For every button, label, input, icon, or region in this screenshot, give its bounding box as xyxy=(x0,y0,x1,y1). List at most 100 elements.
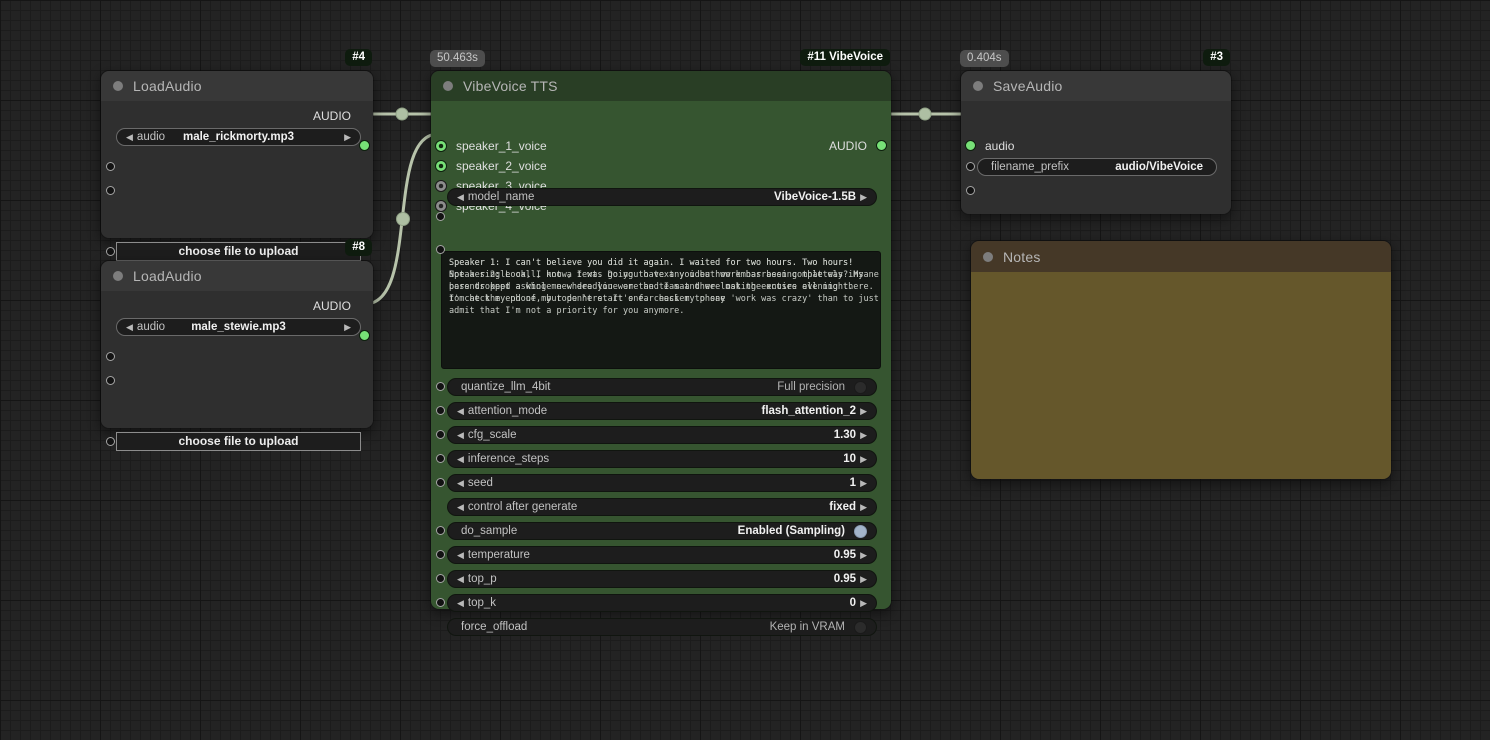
script-text-front-layer: Speaker 1: I can't believe you did it ag… xyxy=(449,258,879,316)
increment-arrow-icon[interactable]: ▶ xyxy=(860,570,867,588)
audio-file-combo[interactable]: ◀ audio male_rickmorty.mp3 ▶ xyxy=(116,128,361,146)
wire-midpoint-dot[interactable] xyxy=(396,212,410,226)
widget-label: filename_prefix xyxy=(991,161,1069,173)
increment-arrow-icon[interactable]: ▶ xyxy=(860,594,867,612)
widget-value: male_stewie.mp3 xyxy=(191,321,286,333)
widget-top-p[interactable]: ◀ top_p 0.95 ▶ xyxy=(447,570,877,588)
node-titlebar[interactable]: Notes xyxy=(971,241,1391,272)
choose-file-button[interactable]: choose file to upload xyxy=(116,432,361,451)
widget-attention-mode[interactable]: ◀ attention_mode flash_attention_2 ▶ xyxy=(447,402,877,420)
node-graph-canvas[interactable]: #4 #8 50.463s #11 VibeVoice 0.404s #3 Lo… xyxy=(0,0,1490,740)
decrement-arrow-icon[interactable]: ◀ xyxy=(457,188,464,206)
widget-socket[interactable] xyxy=(106,162,115,171)
increment-arrow-icon[interactable]: ▶ xyxy=(860,402,867,420)
decrement-arrow-icon[interactable]: ◀ xyxy=(457,570,464,588)
increment-arrow-icon[interactable]: ▶ xyxy=(860,426,867,444)
widget-socket[interactable] xyxy=(106,437,115,446)
node-dot-icon xyxy=(443,81,453,91)
node-titlebar[interactable]: VibeVoice TTS xyxy=(431,71,891,101)
widget-socket[interactable] xyxy=(436,430,445,439)
widget-value: Keep in VRAM xyxy=(769,621,845,633)
increment-arrow-icon[interactable]: ▶ xyxy=(860,498,867,516)
widget-do-sample[interactable]: do_sample Enabled (Sampling) xyxy=(447,522,877,540)
execution-time-badge: 0.404s xyxy=(960,50,1009,67)
increment-arrow-icon[interactable]: ▶ xyxy=(860,188,867,206)
widget-value: 10 xyxy=(843,453,857,465)
choose-file-button[interactable]: choose file to upload xyxy=(116,242,361,261)
widget-label: inference_steps xyxy=(467,453,550,465)
widget-socket[interactable] xyxy=(436,526,445,535)
widget-control-after-generate[interactable]: ◀ control after generate fixed ▶ xyxy=(447,498,877,516)
widget-label: control after generate xyxy=(467,501,578,513)
widget-socket-text[interactable] xyxy=(436,245,445,254)
node-loadaudio-2[interactable]: LoadAudio AUDIO ◀ audio male_stewie.mp3 … xyxy=(100,260,374,451)
input-port-speaker-3[interactable] xyxy=(435,180,447,192)
input-port-speaker-4[interactable] xyxy=(435,200,447,212)
node-id-badge: #4 xyxy=(345,49,372,66)
widget-value: male_rickmorty.mp3 xyxy=(182,131,294,143)
input-port-speaker-1[interactable] xyxy=(435,140,447,152)
widget-socket[interactable] xyxy=(106,186,115,195)
node-titlebar[interactable]: LoadAudio xyxy=(101,71,373,101)
widget-socket[interactable] xyxy=(436,478,445,487)
widget-temperature[interactable]: ◀ temperature 0.95 ▶ xyxy=(447,546,877,564)
input-port-audio[interactable] xyxy=(965,140,976,151)
output-port-audio[interactable] xyxy=(876,140,887,151)
widget-socket[interactable] xyxy=(966,162,975,171)
toggle-knob-on[interactable] xyxy=(854,524,867,538)
node-title: VibeVoice TTS xyxy=(463,78,558,94)
widget-socket[interactable] xyxy=(436,454,445,463)
output-port-audio[interactable] xyxy=(359,330,370,341)
widget-socket[interactable] xyxy=(436,574,445,583)
decrement-arrow-icon[interactable]: ◀ xyxy=(457,498,464,516)
widget-cfg-scale[interactable]: ◀ cfg_scale 1.30 ▶ xyxy=(447,426,877,444)
wire-midpoint-dot[interactable] xyxy=(918,107,932,121)
decrement-arrow-icon[interactable]: ◀ xyxy=(457,450,464,468)
toggle-knob-off[interactable] xyxy=(854,380,867,394)
decrement-arrow-icon[interactable]: ◀ xyxy=(457,474,464,492)
node-titlebar[interactable]: LoadAudio xyxy=(101,261,373,291)
widget-top-k[interactable]: ◀ top_k 0 ▶ xyxy=(447,594,877,612)
node-titlebar[interactable]: SaveAudio xyxy=(961,71,1231,101)
widget-socket[interactable] xyxy=(436,382,445,391)
widget-socket[interactable] xyxy=(106,376,115,385)
toggle-knob-off[interactable] xyxy=(854,620,867,634)
widget-value: 0 xyxy=(849,597,857,609)
notes-body[interactable] xyxy=(971,272,1391,479)
output-port-audio[interactable] xyxy=(359,140,370,151)
node-loadaudio-1[interactable]: LoadAudio AUDIO ◀ audio male_rickmorty.m… xyxy=(100,70,374,261)
widget-socket[interactable] xyxy=(966,186,975,195)
node-title: SaveAudio xyxy=(993,78,1063,94)
widget-socket-model-name[interactable] xyxy=(436,212,445,221)
script-textarea[interactable]: Speaker 1: I can't believe you did it ag… xyxy=(441,251,881,369)
widget-socket[interactable] xyxy=(436,598,445,607)
node-vibevoice-tts[interactable]: VibeVoice TTS speaker_1_voice speaker_2_… xyxy=(430,70,892,636)
widget-socket[interactable] xyxy=(436,406,445,415)
node-body: speaker_1_voice speaker_2_voice speaker_… xyxy=(431,101,891,636)
decrement-arrow-icon[interactable]: ◀ xyxy=(457,546,464,564)
widget-quantize-llm-4bit[interactable]: quantize_llm_4bit Full precision xyxy=(447,378,877,396)
node-notes[interactable]: Notes xyxy=(970,240,1392,480)
input-port-speaker-2[interactable] xyxy=(435,160,447,172)
widget-inference-steps[interactable]: ◀ inference_steps 10 ▶ xyxy=(447,450,877,468)
widget-seed[interactable]: ◀ seed 1 ▶ xyxy=(447,474,877,492)
model-name-combo[interactable]: ◀ model_name VibeVoice-1.5B ▶ xyxy=(447,188,877,206)
decrement-arrow-icon[interactable]: ◀ xyxy=(457,402,464,420)
increment-arrow-icon[interactable]: ▶ xyxy=(860,450,867,468)
widget-socket[interactable] xyxy=(106,247,115,256)
node-id-badge: #3 xyxy=(1203,49,1230,66)
widget-label: do_sample xyxy=(461,525,518,537)
decrement-arrow-icon[interactable]: ◀ xyxy=(457,594,464,612)
decrement-arrow-icon[interactable]: ◀ xyxy=(457,426,464,444)
audio-file-combo[interactable]: ◀ audio male_stewie.mp3 ▶ xyxy=(116,318,361,336)
widget-label: quantize_llm_4bit xyxy=(461,381,551,393)
wire-midpoint-dot[interactable] xyxy=(395,107,409,121)
widget-socket[interactable] xyxy=(106,352,115,361)
node-saveaudio[interactable]: SaveAudio audio filename_prefix audio/Vi… xyxy=(960,70,1232,215)
increment-arrow-icon[interactable]: ▶ xyxy=(860,546,867,564)
widget-socket[interactable] xyxy=(436,550,445,559)
filename-prefix-field[interactable]: filename_prefix audio/VibeVoice xyxy=(977,158,1217,176)
increment-arrow-icon[interactable]: ▶ xyxy=(860,474,867,492)
widget-value: flash_attention_2 xyxy=(761,405,857,417)
widget-force-offload[interactable]: force_offload Keep in VRAM xyxy=(447,618,877,636)
